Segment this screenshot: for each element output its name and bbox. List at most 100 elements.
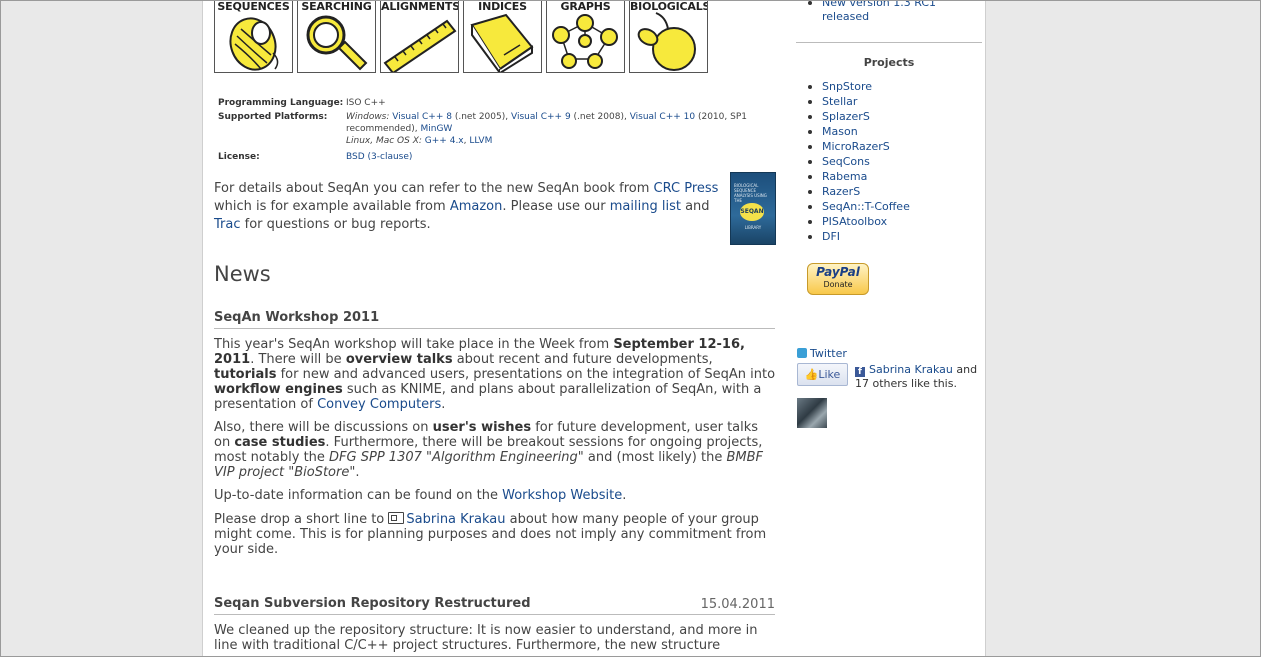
contact-card-icon [388,512,405,524]
book-logo: SEQAN [740,203,764,221]
project-item: PISAtoolbox [796,214,982,229]
intro-text: for questions or bug reports. [240,217,431,232]
link-project-microrazers[interactable]: MicroRazerS [822,139,890,154]
project-item: Mason [796,124,982,139]
link-llvm[interactable]: LLVM [469,136,492,146]
intro-paragraph: For details about SeqAn you can refer to… [214,180,724,234]
info-key: Programming Language: [218,98,344,108]
project-item: SeqAn::T-Coffee [796,199,982,214]
facebook-social-text: f Sabrina Krakau and 17 others like this. [855,363,980,391]
project-item: MicroRazerS [796,139,982,154]
feature-tile-indices[interactable]: INDICES [463,1,542,73]
project-info: Programming Language: ISO C++ Supported … [218,96,756,164]
feature-tile-searching[interactable]: SEARCHING [297,1,376,73]
para-bold: workflow engines [214,382,343,397]
book-subtitle: LIBRARY [744,225,762,230]
projects-heading: Projects [863,56,915,69]
post-title: SeqAn Workshop 2011 [214,310,775,329]
info-value: ISO C++ [346,98,386,108]
project-item: SplazerS [796,109,982,124]
bullet-icon [808,235,812,239]
bullet-icon [808,130,812,134]
facebook-like-button[interactable]: 👍Like [797,363,848,386]
link-mailing-list[interactable]: mailing list [610,199,681,214]
post-paragraph: Up-to-date information can be found on t… [214,488,776,503]
post-paragraph: Please drop a short line to Sabrina Krak… [214,512,776,557]
link-project-stellar[interactable]: Stellar [822,94,857,109]
post-paragraph: Also, there will be discussions on user'… [214,420,776,480]
bullet-icon [808,190,812,194]
twitter-label: Twitter [810,347,847,360]
link-crc-press[interactable]: CRC Press [654,181,719,196]
feature-tile-alignments[interactable]: ALIGNMENTS [380,1,459,73]
para-text: for new and advanced users, presentation… [276,367,776,382]
para-bold: overview talks [345,352,453,367]
link-project-rabema[interactable]: Rabema [822,169,867,184]
bullet-icon [808,145,812,149]
magnifier-icon [306,15,368,71]
post-paragraph: We cleaned up the repository structure: … [214,623,776,653]
project-item: SnpStore [796,79,982,94]
para-text: . There will be [250,352,346,367]
link-news-release[interactable]: New version 1.3 RC1 released [822,1,952,24]
para-text: . [441,397,446,412]
bullet-icon [808,115,812,119]
link-trac[interactable]: Trac [214,217,241,232]
link-amazon[interactable]: Amazon [450,199,503,214]
facebook-icon: f [855,367,865,377]
bullet-icon [808,175,812,179]
link-project-mason[interactable]: Mason [822,124,858,139]
para-text: Up-to-date information can be found on t… [214,488,503,503]
para-bold: case studies [234,435,326,450]
twitter-link[interactable]: Twitter [797,347,847,360]
post-title-text: SeqAn Workshop 2011 [214,310,380,325]
link-project-splazers[interactable]: SplazerS [822,109,870,124]
link-fb-user[interactable]: Sabrina Krakau [869,363,953,376]
link-gcc[interactable]: G++ 4.x [425,136,464,146]
news-heading: News [214,262,271,286]
para-text: We cleaned up the repository structure: … [214,623,758,653]
link-project-dfi[interactable]: DFI [822,229,840,244]
link-project-seqcons[interactable]: SeqCons [822,154,870,169]
paypal-donate-button[interactable]: PayPal Donate [807,263,869,295]
link-license[interactable]: BSD (3-clause) [346,152,412,162]
link-vc9[interactable]: Visual C++ 9 [511,112,571,122]
platform-prefix: Linux, Mac OS X: [346,136,422,146]
platform-note: (.net 2005), [451,112,511,122]
link-vc10[interactable]: Visual C++ 10 [630,112,695,122]
para-italic: DFG SPP 1307 "Algorithm Engineering" [329,450,584,465]
intro-text: and [680,199,710,214]
divider [796,42,982,43]
para-text: and (most likely) the [583,450,727,465]
link-convey-computers[interactable]: Convey Computers [317,397,441,412]
like-label: Like [818,368,841,381]
license-value: BSD (3-clause) [346,148,756,164]
bullet-icon [808,220,812,224]
feature-tile-biologicals[interactable]: BIOLOGICALS [629,1,708,73]
para-bold: tutorials [214,367,277,382]
book-icon [470,13,534,72]
avatar[interactable] [797,398,827,428]
link-workshop-website[interactable]: Workshop Website [502,488,622,503]
donate-label: Donate [823,280,853,289]
feature-tiles: SEQUENCES SEARCHING ALIGNMENTS INDICES G… [214,1,708,73]
bullet-icon [808,85,812,89]
bullet-icon [808,205,812,209]
projects-list: SnpStore Stellar SplazerS Mason MicroRaz… [796,79,982,244]
project-item: DFI [796,229,982,244]
platform-note: (.net 2008), [570,112,630,122]
link-project-tcoffee[interactable]: SeqAn::T-Coffee [822,199,910,214]
link-project-pisatoolbox[interactable]: PISAtoolbox [822,214,887,229]
bullet-icon [808,1,812,5]
link-sabrina-krakau[interactable]: Sabrina Krakau [406,512,505,527]
link-project-razers[interactable]: RazerS [822,184,860,199]
book-cover-image[interactable]: BIOLOGICAL SEQUENCE ANALYSIS USING THE S… [730,172,776,245]
feature-tile-sequences[interactable]: SEQUENCES [214,1,293,73]
para-text: . [622,488,627,503]
feature-tile-graphs[interactable]: GRAPHS [546,1,625,73]
link-project-snpstore[interactable]: SnpStore [822,79,872,94]
para-bold: user's wishes [432,420,532,435]
intro-text: For details about SeqAn you can refer to… [214,181,654,196]
link-vc8[interactable]: Visual C++ 8 [392,112,452,122]
link-mingw[interactable]: MinGW [420,124,452,134]
